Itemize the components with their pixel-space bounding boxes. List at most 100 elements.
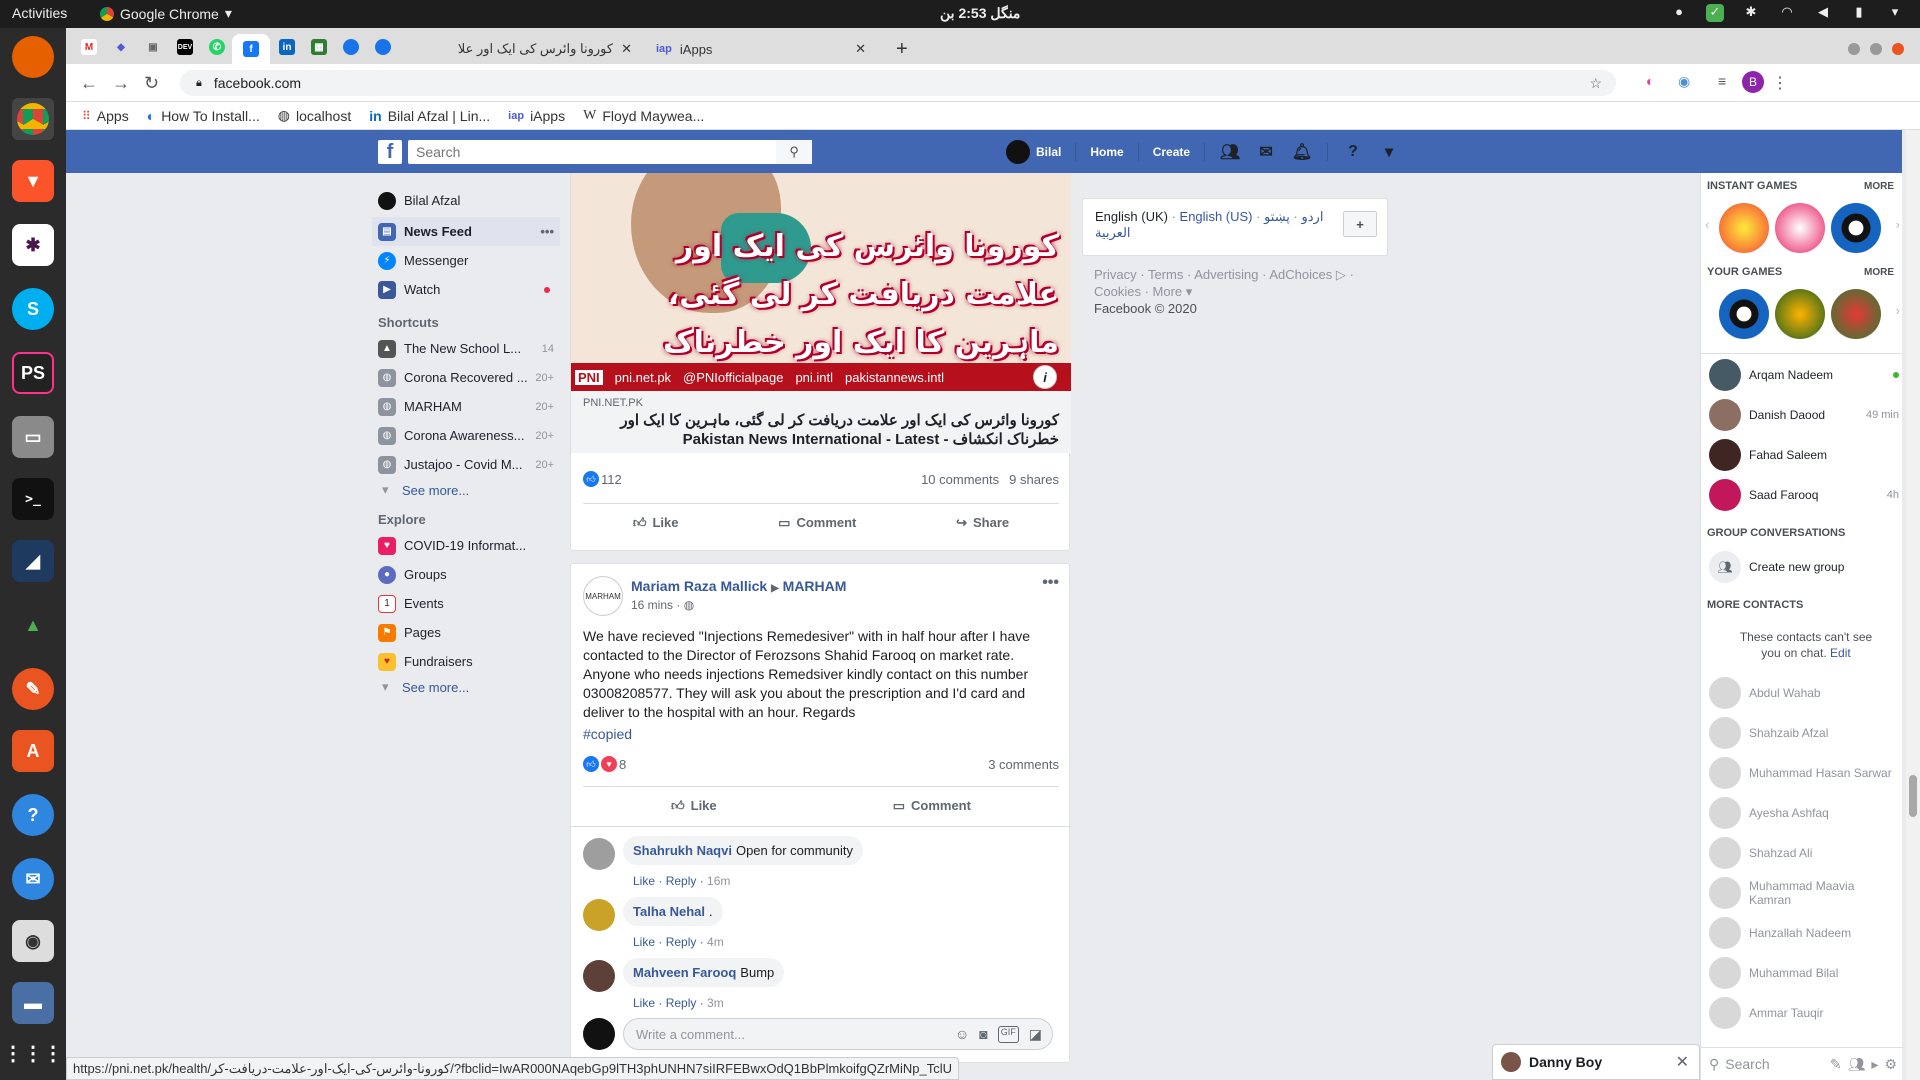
star-icon[interactable]: ☆ [1589, 75, 1602, 92]
new-tab-button[interactable]: + [886, 34, 918, 64]
bookmark-floyd[interactable]: W Floyd Maywea... [583, 108, 704, 124]
game-thumbnail[interactable] [1831, 203, 1881, 253]
phpstorm-icon[interactable]: PS [12, 352, 54, 394]
comment-like-link[interactable]: Like [633, 996, 655, 1010]
contact-item[interactable]: Ammar Tauqir [1709, 993, 1899, 1033]
game-thumbnail[interactable] [1719, 289, 1769, 339]
clock[interactable]: منگل 2:53 بن [940, 5, 1020, 22]
comment-button[interactable]: ▭ Comment [893, 798, 971, 814]
edit-link[interactable]: Edit [1830, 646, 1851, 660]
reload-icon[interactable]: ↻ [144, 73, 159, 94]
like-button[interactable]: 👍︎ Like [633, 515, 679, 531]
slack-tray-icon[interactable]: ✱ [1742, 4, 1760, 22]
check-icon[interactable]: ✓ [1706, 4, 1724, 22]
comment-reply-link[interactable]: Reply [666, 996, 697, 1010]
reaction-count[interactable]: 112 [601, 472, 622, 487]
commenter-name[interactable]: Shahrukh Naqvi [633, 843, 732, 858]
sidebar-item-shortcut[interactable]: ◍ Corona Recovered ... 20+ [372, 363, 560, 392]
language-link[interactable]: English (US) [1180, 209, 1253, 224]
like-button[interactable]: 👍︎ Like [671, 798, 717, 814]
help-icon[interactable]: ? [1342, 143, 1364, 161]
activities-button[interactable]: Activities [12, 5, 67, 21]
help-icon[interactable]: ? [12, 794, 54, 836]
speaker-icon[interactable]: ◉ [12, 920, 54, 962]
contact-item[interactable]: Muhammad Maavia Kamran [1709, 873, 1899, 913]
extension-icon[interactable]: ◐ [1646, 73, 1654, 89]
contact-item[interactable]: Saad Farooq 4h [1709, 475, 1899, 515]
contact-item[interactable]: Hanzallah Nadeem [1709, 913, 1899, 953]
compose-icon[interactable]: ✎ [1830, 1056, 1842, 1073]
screenshot-icon[interactable]: ▬ [12, 982, 54, 1024]
language-link[interactable]: اردو [1301, 209, 1323, 224]
sidebar-item-fundraisers[interactable]: ♥ Fundraisers [372, 647, 560, 676]
game-thumbnail[interactable] [1719, 203, 1769, 253]
hashtag-link[interactable]: #copied [583, 726, 632, 742]
link-preview[interactable]: PNI.NET.PK کورونا وائرس کی ایک اور علامت… [571, 391, 1071, 453]
bookmark-linkedin[interactable]: in Bilal Afzal | Lin... [369, 108, 490, 124]
home-link[interactable]: Home [1090, 145, 1123, 159]
sidebar-item-shortcut[interactable]: ▲ The New School L... 14 [372, 334, 560, 363]
search-icon[interactable]: ⚲ [776, 140, 812, 164]
chrome-dock-icon[interactable] [12, 98, 54, 140]
comment-time[interactable]: 3m [707, 996, 724, 1010]
dev-tab[interactable]: DEV [170, 34, 200, 60]
create-link[interactable]: Create [1153, 145, 1190, 159]
create-group-button[interactable]: 👥︎ Create new group [1709, 547, 1899, 587]
contact-item[interactable]: Ayesha Ashfaq [1709, 793, 1899, 833]
chevron-down-icon[interactable]: ▾ [1378, 142, 1400, 162]
comment-reply-link[interactable]: Reply [666, 935, 697, 949]
chevron-right-icon[interactable]: › [1896, 217, 1900, 232]
media-icon[interactable]: ≡ [1718, 73, 1726, 89]
link-preview-image[interactable]: کورونا وائرس کی ایک اور علامت دریافت کر … [571, 173, 1071, 391]
linkedin-tab[interactable]: in [272, 34, 302, 60]
contact-item[interactable]: Danish Daood 49 min [1709, 395, 1899, 435]
bookmark-localhost[interactable]: ◍ localhost [278, 107, 351, 124]
footer-link[interactable]: Privacy [1094, 267, 1137, 282]
video-icon[interactable]: ▸ [1871, 1056, 1878, 1073]
contact-item[interactable]: Fahad Saleem [1709, 435, 1899, 475]
facebook-logo[interactable]: f [378, 140, 402, 164]
sidebar-item-watch[interactable]: ▶ Watch [372, 275, 560, 304]
sidebar-item-news-feed[interactable]: ▤ News Feed ••• [372, 217, 560, 246]
pinned-tab[interactable]: ▦ [304, 34, 334, 60]
game-thumbnail[interactable] [1775, 203, 1825, 253]
slack-icon[interactable]: ✱ [12, 224, 54, 266]
url-bar[interactable]: 🔒︎ facebook.com ☆ [180, 70, 1616, 96]
forward-icon[interactable]: → [112, 73, 130, 94]
avatar[interactable] [583, 838, 615, 870]
comment-input[interactable]: Write a comment... ☺ ◙ GIF ◪ [623, 1018, 1053, 1050]
share-count[interactable]: 9 shares [1009, 472, 1059, 487]
contact-item[interactable]: Arqam Nadeem [1709, 355, 1899, 395]
avatar[interactable] [583, 960, 615, 992]
battery-icon[interactable]: ▮ [1850, 4, 1868, 22]
close-icon[interactable]: ✕ [855, 41, 866, 57]
sidebar-item-covid[interactable]: ♥ COVID-19 Informat... [372, 531, 560, 560]
facebook-tab[interactable]: f [232, 34, 270, 64]
wifi-icon[interactable]: ◠ [1778, 4, 1796, 22]
add-language-button[interactable]: + [1343, 211, 1377, 237]
pinned-tab[interactable] [336, 34, 366, 60]
footer-link[interactable]: AdChoices [1269, 267, 1332, 282]
settings-icon[interactable]: ⚙ [1884, 1056, 1897, 1073]
new-group-icon[interactable]: 👥︎ [1848, 1056, 1866, 1073]
gmail-tab[interactable]: M [74, 34, 104, 60]
see-more-shortcuts[interactable]: See more... [372, 479, 560, 501]
extension-icon[interactable]: ◉ [1678, 73, 1690, 90]
bookmark-iapps[interactable]: iap iApps [508, 108, 565, 124]
footer-link[interactable]: Terms [1148, 267, 1183, 282]
sidebar-item-messenger[interactable]: ⚡︎ Messenger [372, 246, 560, 275]
rocket-icon[interactable]: ▲ [12, 604, 54, 646]
brave-icon[interactable]: ▼ [12, 160, 54, 202]
contact-item[interactable]: Shahzad Ali [1709, 833, 1899, 873]
sidebar-item-shortcut[interactable]: ◍ Justajoo - Covid M... 20+ [372, 450, 560, 479]
firefox-icon[interactable] [12, 36, 54, 78]
friends-icon[interactable]: 👥︎ [1219, 142, 1241, 162]
pinned-tab[interactable] [368, 34, 398, 60]
post-time[interactable]: 16 mins [631, 598, 673, 612]
avatar[interactable] [583, 899, 615, 931]
game-thumbnail[interactable] [1775, 289, 1825, 339]
chevron-left-icon[interactable]: ‹ [1705, 217, 1709, 232]
commenter-name[interactable]: Talha Nehal [633, 904, 705, 919]
commenter-name[interactable]: Mahveen Farooq [633, 965, 736, 980]
url-text[interactable]: facebook.com [214, 75, 301, 91]
